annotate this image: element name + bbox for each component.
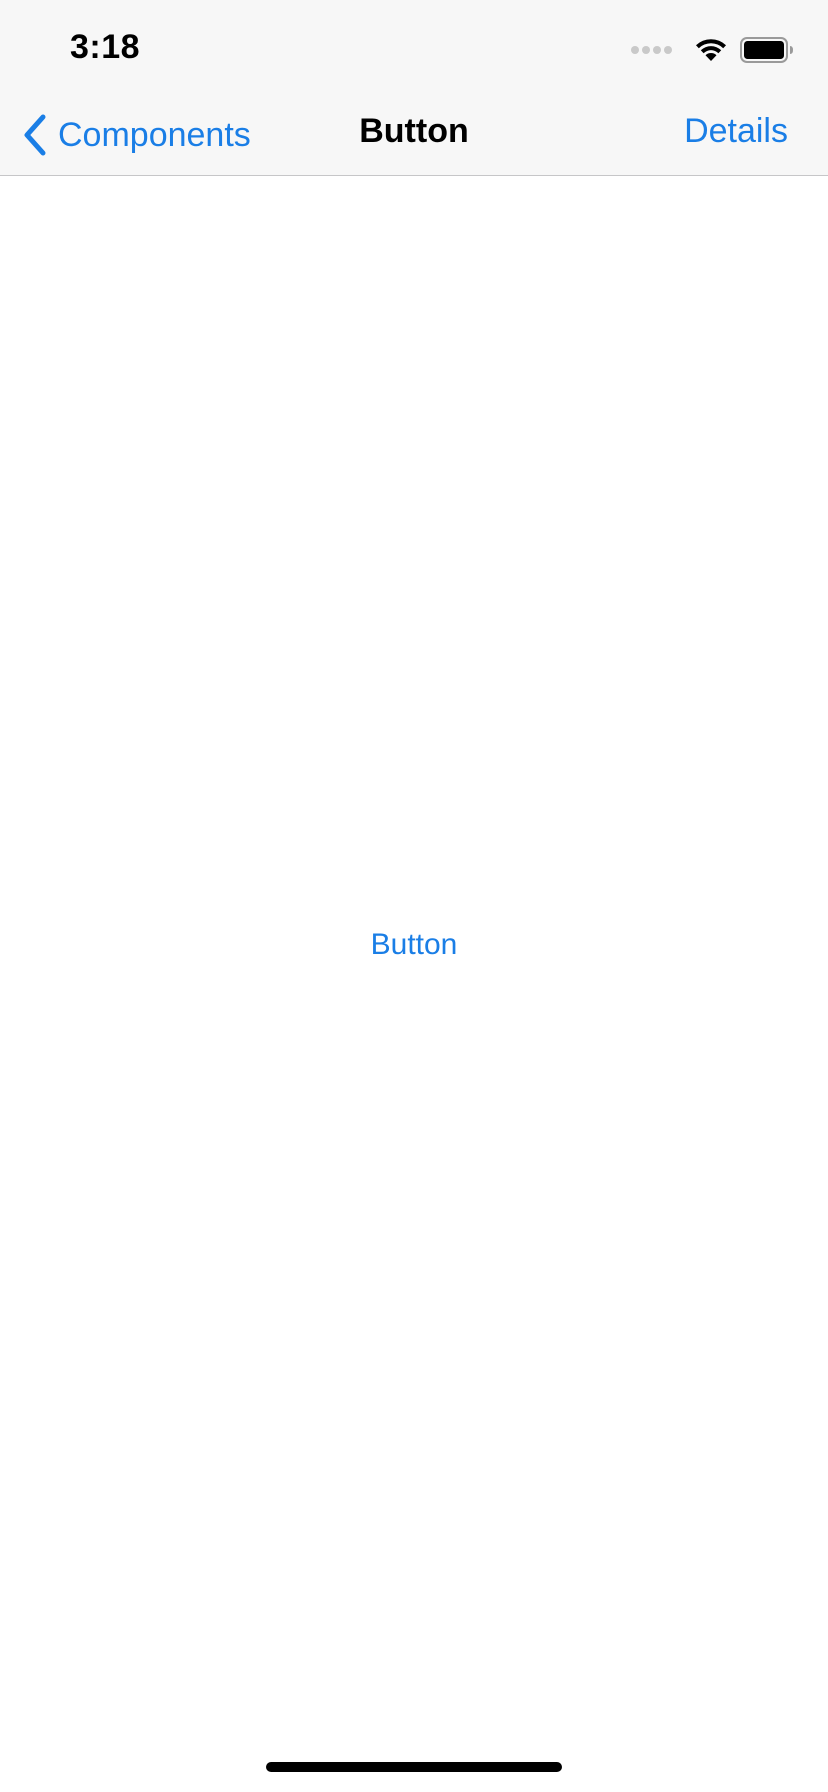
status-icons xyxy=(631,34,794,66)
status-time: 3:18 xyxy=(70,28,141,66)
signal-dots-icon xyxy=(631,46,672,54)
screen: 3:18 Components Button Details Button xyxy=(0,0,828,1792)
back-button[interactable]: Components xyxy=(22,110,251,160)
back-button-label: Components xyxy=(58,115,251,154)
page-title: Button xyxy=(359,112,469,150)
chevron-left-icon xyxy=(22,113,48,157)
home-indicator[interactable] xyxy=(266,1762,562,1772)
top-chrome: 3:18 Components Button Details xyxy=(0,0,828,176)
details-button[interactable]: Details xyxy=(684,112,788,151)
wifi-icon xyxy=(694,37,728,63)
content-area: Button xyxy=(0,176,828,1792)
status-bar: 3:18 xyxy=(0,0,828,96)
battery-icon xyxy=(740,37,794,63)
navigation-bar: Components Button Details xyxy=(0,96,828,176)
demo-button[interactable]: Button xyxy=(371,928,458,961)
